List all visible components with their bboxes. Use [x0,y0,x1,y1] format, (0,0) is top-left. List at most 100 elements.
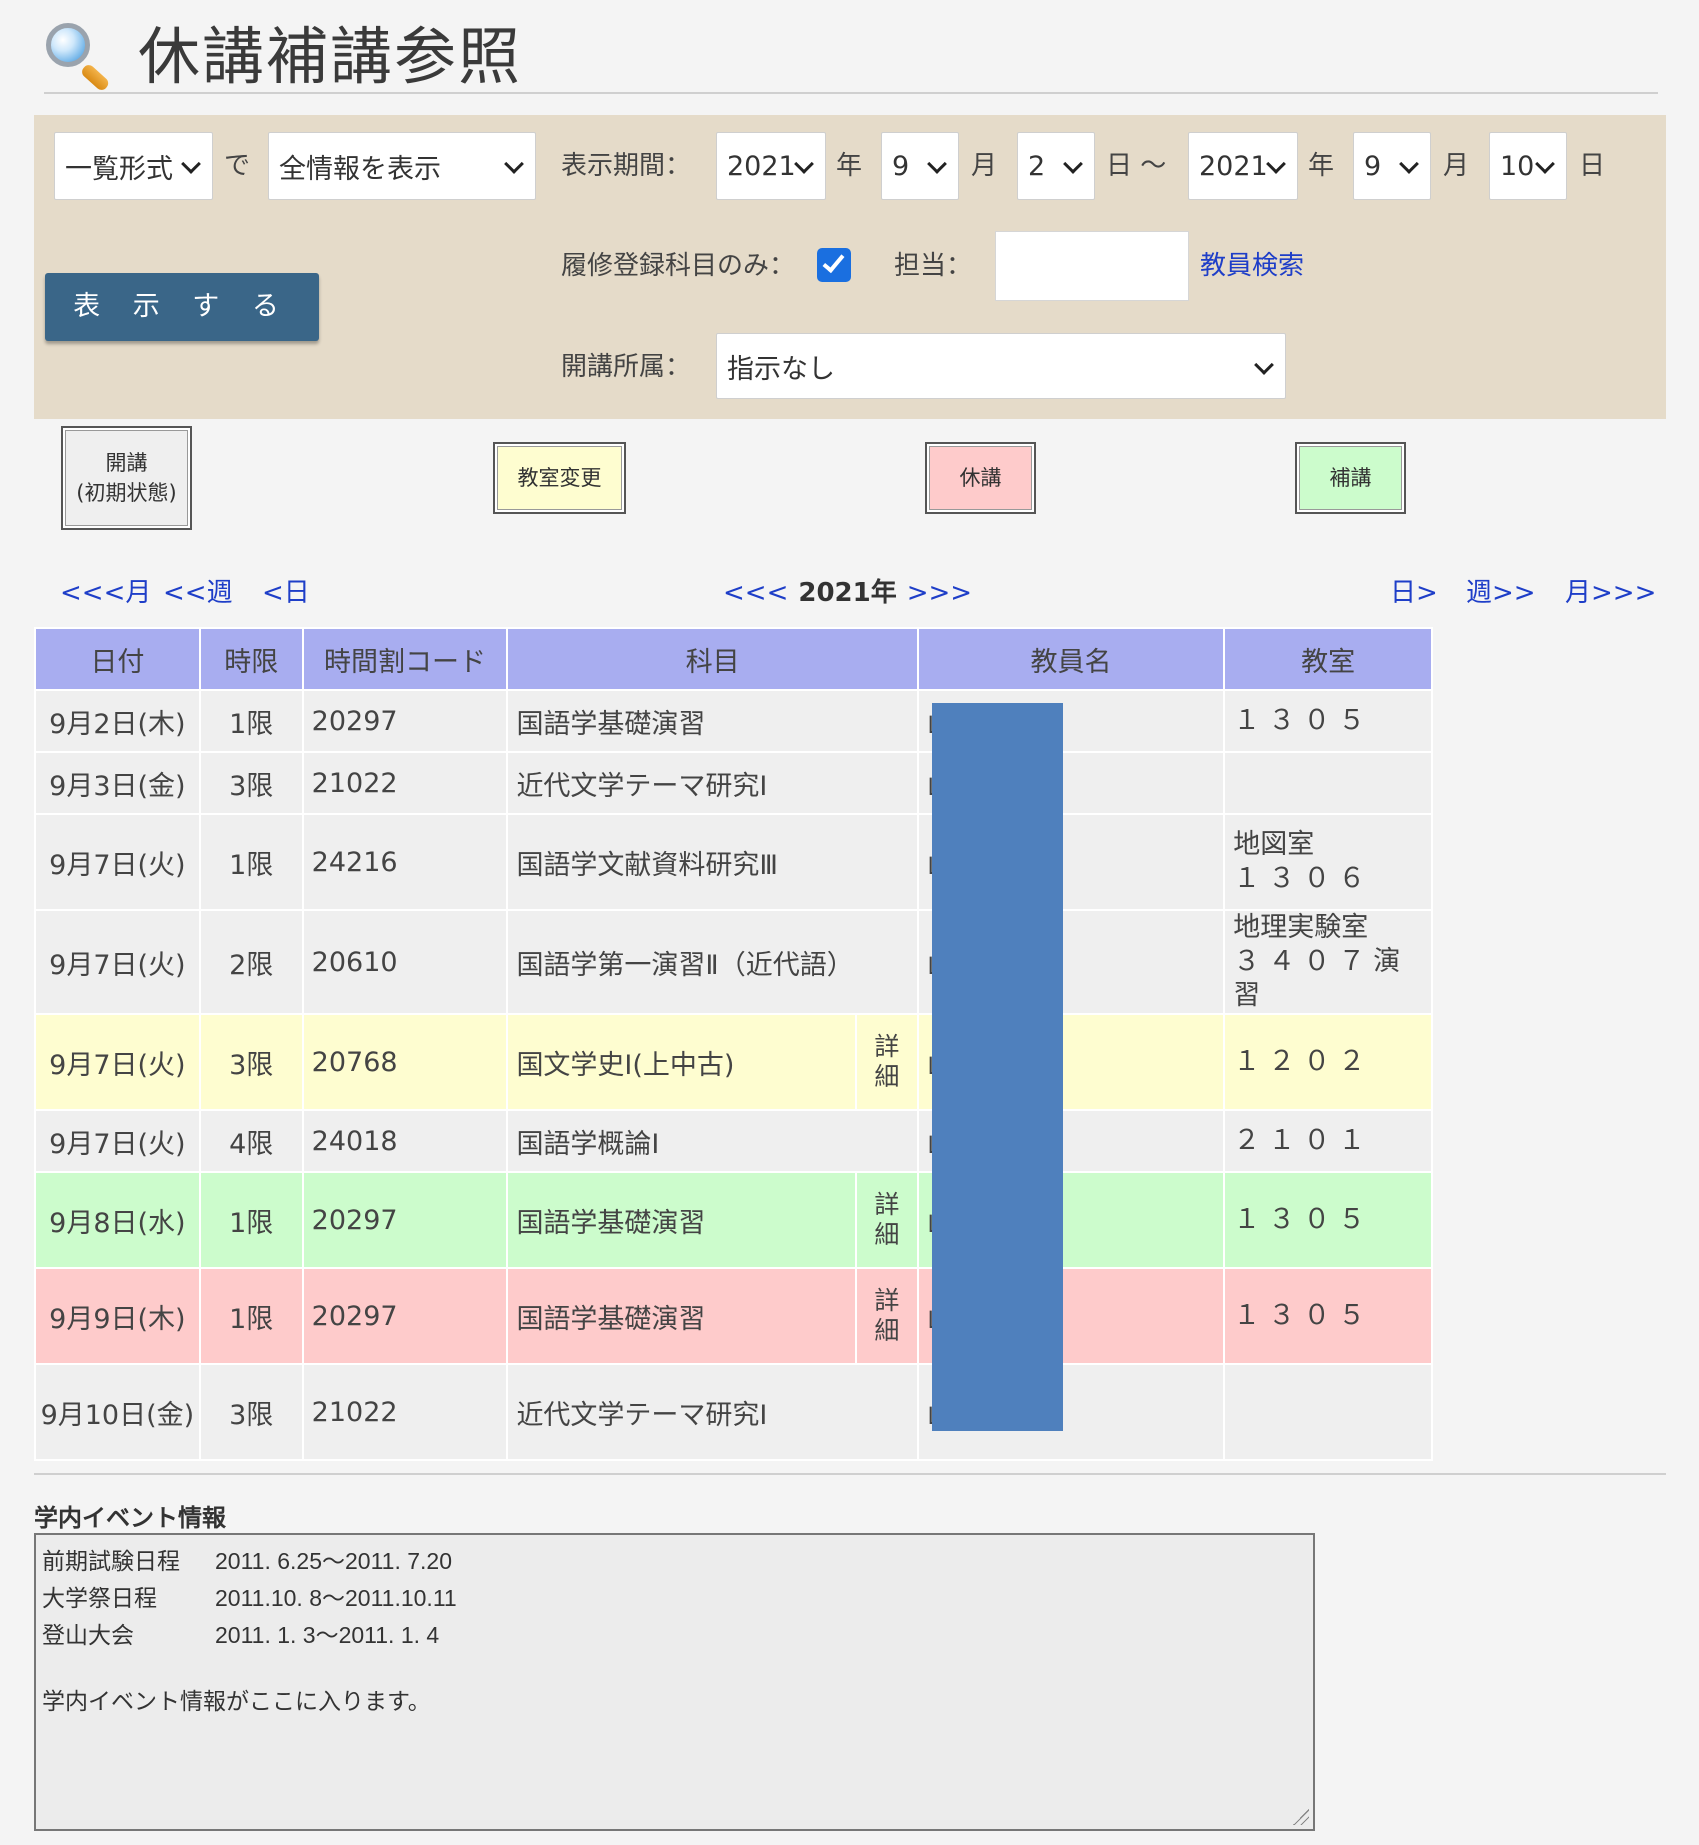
from-year-value: 2021 [727,150,796,182]
col-header-subject[interactable]: 科目 [506,627,919,691]
period-label: 表示期間： [561,151,692,181]
room-line-1: 地図室 [1233,829,1315,860]
cell-period: 1限 [198,1267,304,1365]
room-line-1: １２０２ [1233,1046,1374,1077]
from-day-value: 2 [1028,150,1046,182]
teacher-input[interactable] [995,231,1189,301]
cell-subject: 国語学基礎演習 [506,689,919,753]
cell-period: 3限 [198,1013,304,1111]
chevron-down-icon [181,154,201,174]
legend-makeup: 補講 [1295,442,1406,514]
prev-month-link[interactable]: <<<月 [60,573,151,613]
to-month-value: 9 [1364,150,1382,182]
col-header-room[interactable]: 教室 [1223,627,1433,691]
cell-room: １３０５ [1223,1267,1433,1365]
col-header-code[interactable]: 時間割コード [301,627,509,691]
events-textarea[interactable]: 前期試験日程 2011. 6.25～2011. 7.20 大学祭日程 2011.10.… [34,1533,1315,1831]
table-row: 9月7日(火)3限20768国文学史Ⅰ(上中古)詳細山１２０２ [34,1013,1433,1111]
from-year-select[interactable]: 2021 [716,132,826,200]
from-month-select[interactable]: 9 [881,132,959,200]
magnifier-icon [44,17,112,93]
cell-date: 9月7日(火) [34,1013,201,1111]
cell-period: 2限 [198,909,304,1015]
schedule-table: 日付 時限 時間割コード 科目 教員名 教室 9月2日(木) 1限 20297 国語学… [34,627,1433,1461]
cell-code: 21022 [301,751,509,815]
month-label: 月 [1443,151,1470,181]
redaction-block [932,703,1063,1431]
cell-code: 24018 [301,1109,509,1173]
cell-room: １３０５ [1223,1171,1433,1269]
cell-date: 9月9日(木) [34,1267,201,1365]
from-day-select[interactable]: 2 [1017,132,1095,200]
room-line-1: ２１０１ [1233,1125,1374,1156]
events-title: 学内イベント情報 [34,1504,226,1532]
cell-subject: 近代文学テーマ研究Ⅰ [506,1363,919,1461]
event-name: 前期試験日程 [42,1548,180,1574]
detail-link[interactable]: 詳細 [854,1171,919,1269]
next-month-link[interactable]: 月>>> [1565,573,1656,613]
col-header-period[interactable]: 時限 [198,627,304,691]
to-year-select[interactable]: 2021 [1188,132,1298,200]
prev-week-link[interactable]: <<週 [163,573,233,613]
cell-period: 1限 [198,1171,304,1269]
legend-cancel-label: 休講 [959,466,1002,490]
year-label: 年 [1308,151,1335,181]
event-name: 登山大会 [42,1622,134,1648]
cell-date: 9月7日(火) [34,1109,201,1173]
info-select[interactable]: 全情報を表示 [268,132,536,200]
event-dates: 2011. 6.25～2011. 7.20 [215,1548,453,1574]
enrolled-only-label: 履修登録科目のみ： [561,251,796,281]
col-header-date[interactable]: 日付 [34,627,201,691]
enrolled-only-checkbox[interactable] [817,248,851,282]
cell-subject: 国語学概論Ⅰ [506,1109,919,1173]
cell-code: 21022 [301,1363,509,1461]
detail-link[interactable]: 詳細 [854,1267,919,1365]
table-row: 9月3日(金)3限21022近代文学テーマ研究Ⅰ山 [34,751,1433,815]
day-label: 日 [1579,151,1606,181]
show-button[interactable]: 表 示 す る [45,273,319,341]
cell-date: 9月8日(水) [34,1171,201,1269]
legend-normal-sublabel: (初期状態) [76,481,177,505]
chevron-down-icon [1254,355,1274,375]
cell-subject: 国語学基礎演習 [506,1267,857,1365]
detail-link[interactable]: 詳細 [854,1013,919,1111]
next-year-link[interactable]: >>> [907,578,972,608]
event-item: 前期試験日程 2011. 6.25～2011. 7.20 [42,1543,1307,1580]
legend-room-change: 教室変更 [493,442,626,514]
to-day-value: 10 [1500,150,1535,182]
filter-panel: 一覧形式 で 全情報を表示 表示期間： 2021 年 9 月 2 日 ～ 202… [34,115,1666,419]
chevron-down-icon [1266,154,1286,174]
cell-code: 20297 [301,689,509,753]
legend-cancel: 休講 [925,442,1036,514]
teacher-search-link[interactable]: 教員検索 [1200,232,1304,300]
chevron-down-icon [1063,154,1083,174]
dept-select-value: 指示なし [727,353,835,385]
prev-day-link[interactable]: <日 [262,573,310,613]
next-day-link[interactable]: 日> [1390,573,1438,613]
resize-grip-icon[interactable] [1293,1809,1309,1825]
cell-room: 地理実験室 ３４０７演習 [1223,909,1433,1015]
checkmark-icon [822,249,845,274]
to-month-select[interactable]: 9 [1353,132,1431,200]
chevron-down-icon [1535,154,1555,174]
cell-code: 20610 [301,909,509,1015]
chevron-down-icon [1399,154,1419,174]
col-header-teacher[interactable]: 教員名 [916,627,1226,691]
table-row: 9月7日(火)1限24216国語学文献資料研究Ⅲ山地図室１３０６ [34,813,1433,911]
next-week-link[interactable]: 週>> [1466,573,1536,613]
cell-period: 3限 [198,751,304,815]
cell-subject: 国文学史Ⅰ(上中古) [506,1013,857,1111]
info-select-value: 全情報を表示 [279,153,441,185]
to-day-select[interactable]: 10 [1489,132,1567,200]
legend-normal: 開講 (初期状態) [61,426,192,530]
cell-period: 3限 [198,1363,304,1461]
room-line-1: 地理実験室 [1233,912,1369,943]
legend-normal-label: 開講 [105,451,148,475]
room-line-1: １３０５ [1233,1300,1374,1331]
dept-select[interactable]: 指示なし [716,333,1286,399]
day-tilde-label: 日 ～ [1106,151,1167,181]
prev-year-link[interactable]: <<< [723,578,788,608]
table-row: 9月2日(木)1限20297国語学基礎演習山１３０５ [34,689,1433,753]
cell-period: 1限 [198,813,304,911]
format-select[interactable]: 一覧形式 [54,132,213,200]
